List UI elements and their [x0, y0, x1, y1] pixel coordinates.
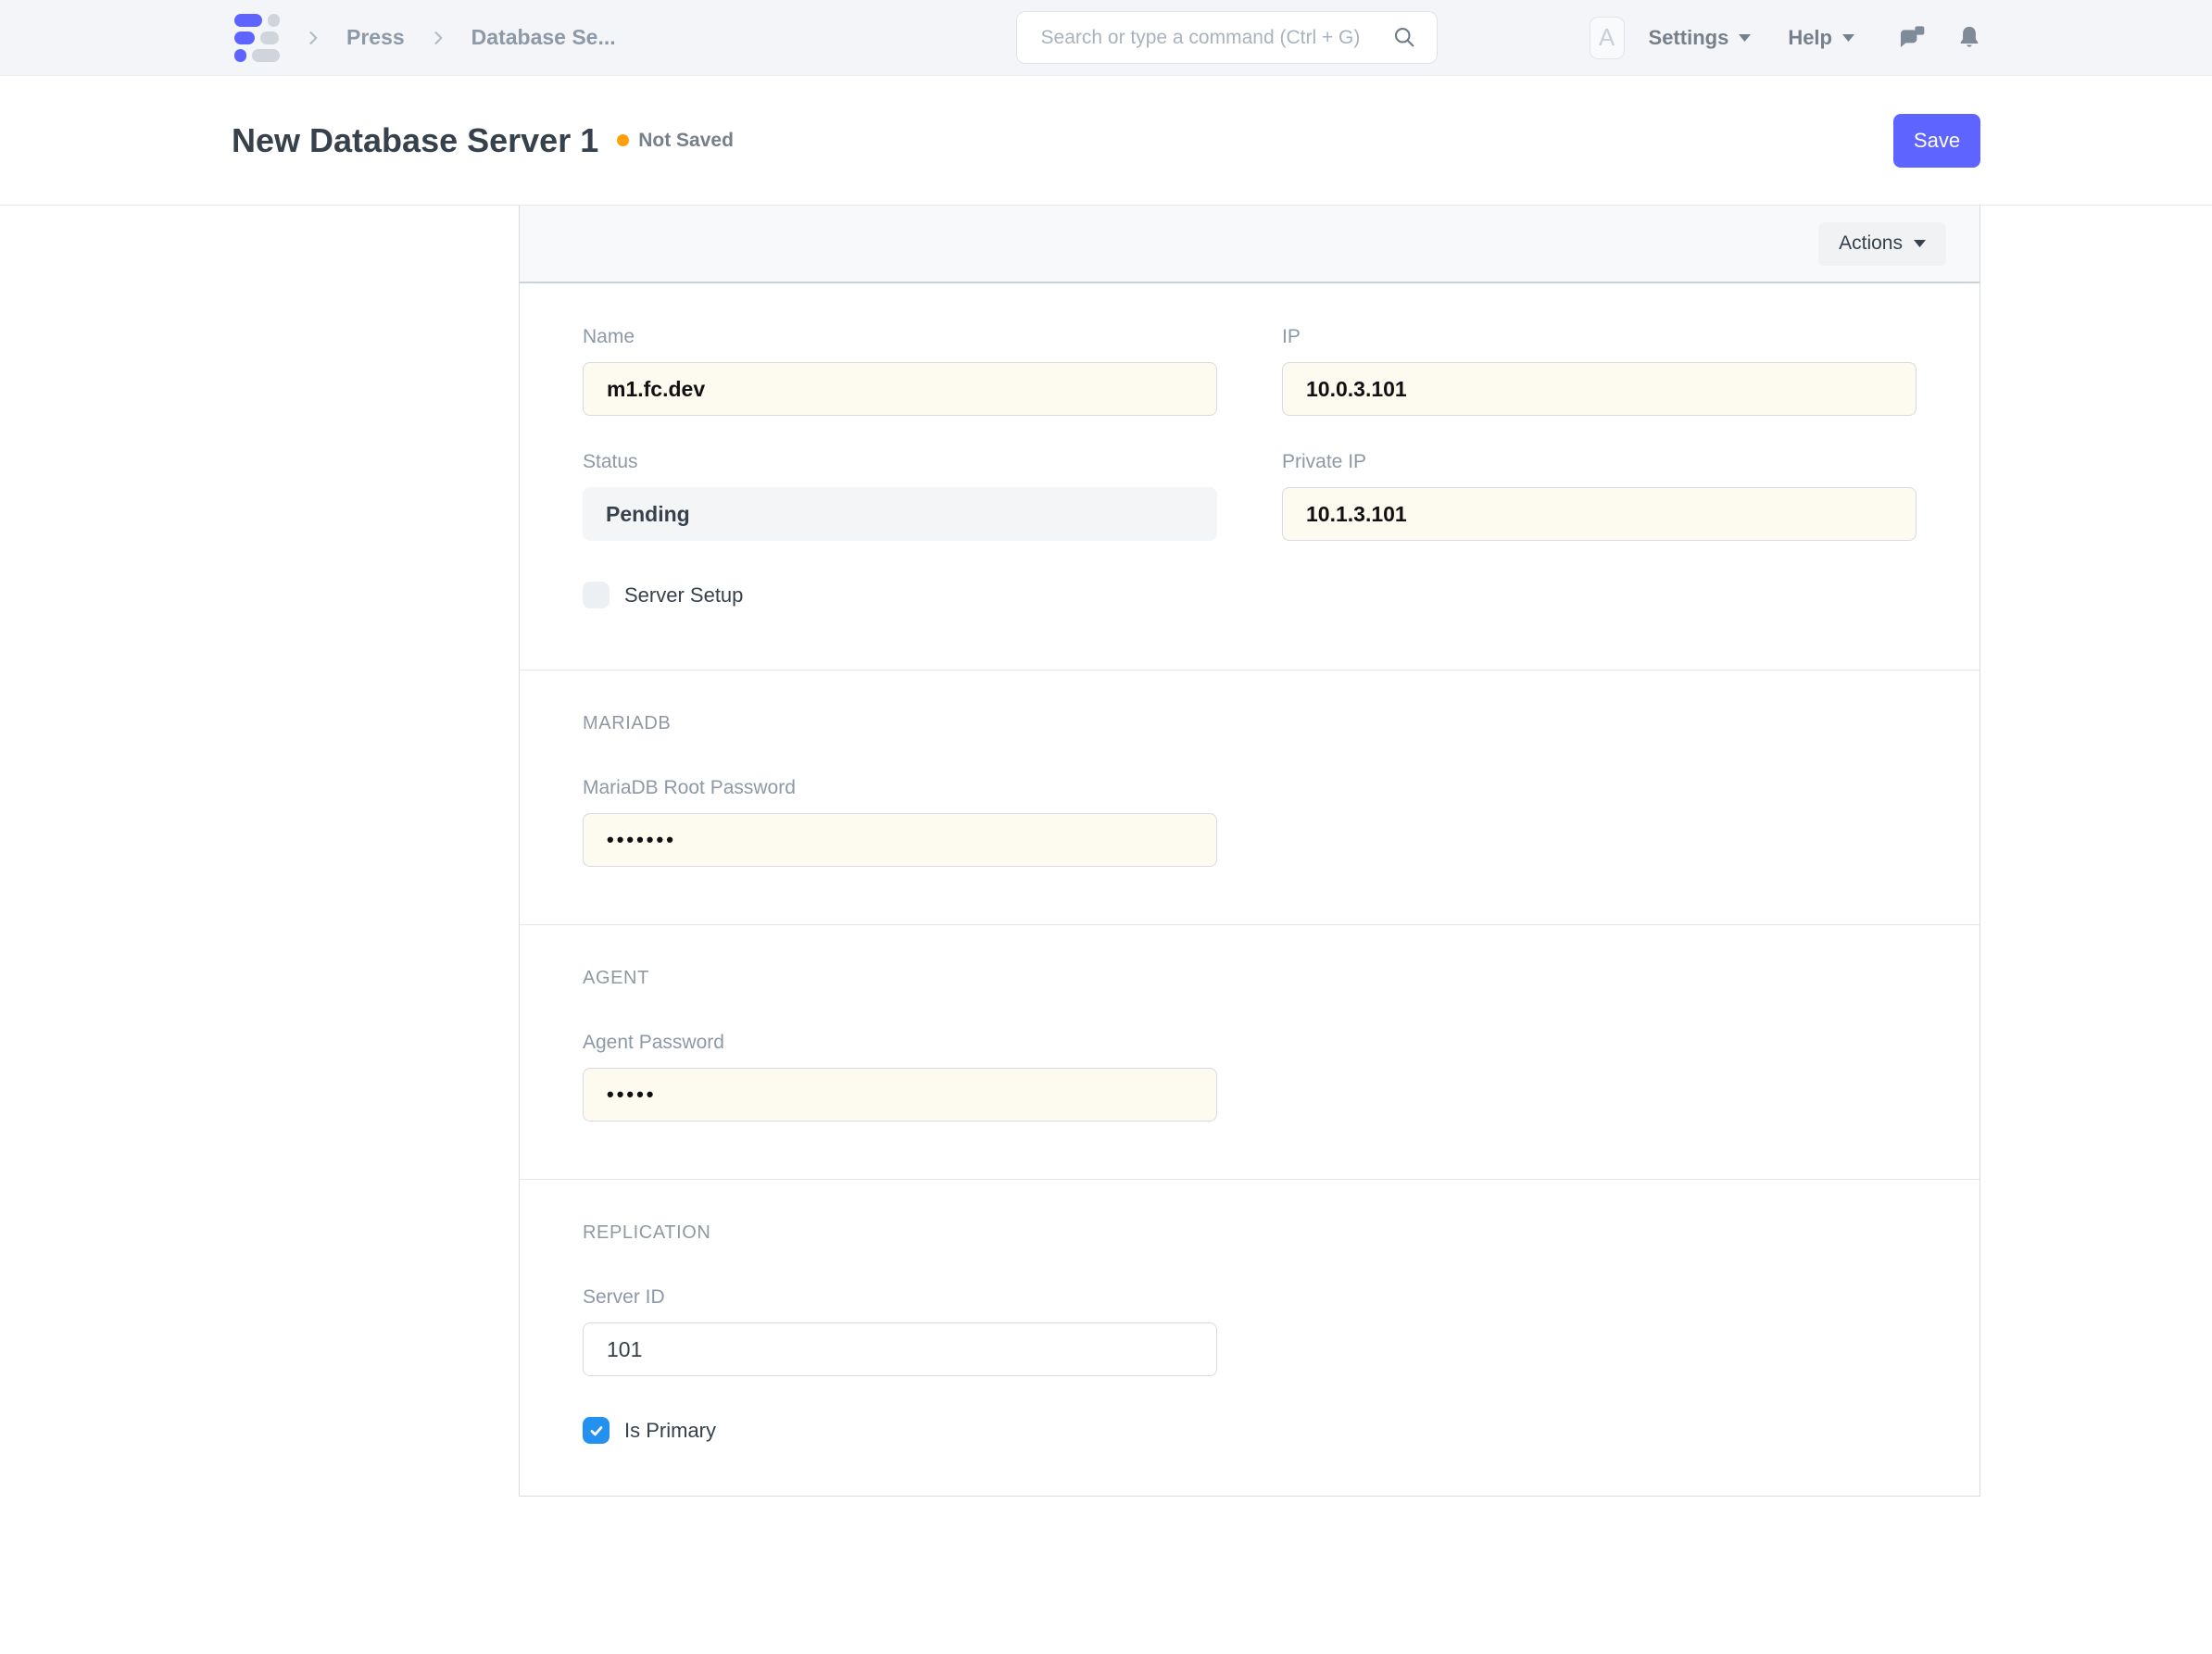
server-setup-row: Server Setup [583, 582, 1917, 608]
form-toolbar: Actions [520, 206, 1979, 283]
agent-password-input[interactable] [583, 1068, 1217, 1121]
section-basic: Name IP Status Pending Private IP [520, 283, 1979, 670]
indicator-label: Not Saved [638, 130, 734, 152]
field-agent-password: Agent Password [583, 1032, 1217, 1121]
mariadb-root-password-label: MariaDB Root Password [583, 777, 1217, 799]
navbar: Press Database Se... A Settings Help [0, 0, 2212, 76]
chevron-right-icon [304, 29, 322, 47]
field-mariadb-root-password: MariaDB Root Password [583, 777, 1217, 867]
name-label: Name [583, 326, 1217, 348]
navbar-right: A Settings Help [1590, 17, 1982, 59]
server-setup-checkbox[interactable] [583, 582, 610, 608]
help-menu[interactable]: Help [1788, 26, 1854, 50]
field-ip: IP [1282, 326, 1917, 416]
agent-heading: AGENT [583, 968, 1917, 989]
field-name: Name [583, 326, 1217, 416]
name-input[interactable] [583, 362, 1217, 416]
chevron-right-icon [429, 29, 447, 47]
settings-label: Settings [1649, 26, 1729, 50]
form-card: Actions Name IP Status Pending [519, 206, 1980, 1497]
breadcrumb-press[interactable]: Press [346, 25, 405, 50]
private-ip-label: Private IP [1282, 451, 1917, 473]
breadcrumb: Press Database Se... [234, 14, 616, 62]
ip-label: IP [1282, 326, 1917, 348]
agent-password-label: Agent Password [583, 1032, 1217, 1054]
caret-down-icon [1739, 34, 1751, 42]
section-mariadb: MARIADB MariaDB Root Password [520, 670, 1979, 924]
page-head: New Database Server 1 Not Saved Save [0, 76, 2212, 206]
section-replication: REPLICATION Server ID Is Primary [520, 1179, 1979, 1496]
breadcrumb-database-server[interactable]: Database Se... [471, 25, 616, 50]
private-ip-input[interactable] [1282, 487, 1917, 541]
help-label: Help [1788, 26, 1832, 50]
status-value: Pending [583, 487, 1217, 541]
chat-bubbles-icon[interactable] [1897, 23, 1927, 53]
mariadb-root-password-input[interactable] [583, 813, 1217, 867]
page-title: New Database Server 1 [232, 121, 598, 160]
settings-menu[interactable]: Settings [1649, 26, 1752, 50]
replication-heading: REPLICATION [583, 1222, 1917, 1244]
global-search [1016, 11, 1438, 64]
server-id-label: Server ID [583, 1286, 1217, 1309]
status-label: Status [583, 451, 1217, 473]
ip-input[interactable] [1282, 362, 1917, 416]
server-setup-label: Server Setup [624, 583, 743, 608]
field-private-ip: Private IP [1282, 451, 1917, 541]
status-indicator: Not Saved [617, 130, 734, 152]
user-avatar[interactable]: A [1590, 17, 1625, 59]
search-input[interactable] [1016, 11, 1438, 64]
field-server-id: Server ID [583, 1286, 1217, 1376]
is-primary-label: Is Primary [624, 1419, 716, 1443]
search-icon [1391, 24, 1417, 55]
indicator-dot-icon [617, 134, 629, 146]
caret-down-icon [1842, 34, 1854, 42]
field-status: Status Pending [583, 451, 1217, 541]
section-agent: AGENT Agent Password [520, 924, 1979, 1179]
caret-down-icon [1914, 240, 1926, 247]
actions-button[interactable]: Actions [1818, 222, 1946, 266]
mariadb-heading: MARIADB [583, 713, 1917, 734]
actions-label: Actions [1839, 232, 1903, 255]
is-primary-checkbox[interactable] [583, 1417, 610, 1444]
save-button[interactable]: Save [1893, 114, 1980, 168]
form-page: Actions Name IP Status Pending [0, 206, 2212, 1626]
frappe-cloud-logo-icon[interactable] [234, 14, 280, 62]
bell-icon[interactable] [1956, 24, 1982, 52]
is-primary-row: Is Primary [583, 1417, 1917, 1444]
server-id-input[interactable] [583, 1322, 1217, 1376]
